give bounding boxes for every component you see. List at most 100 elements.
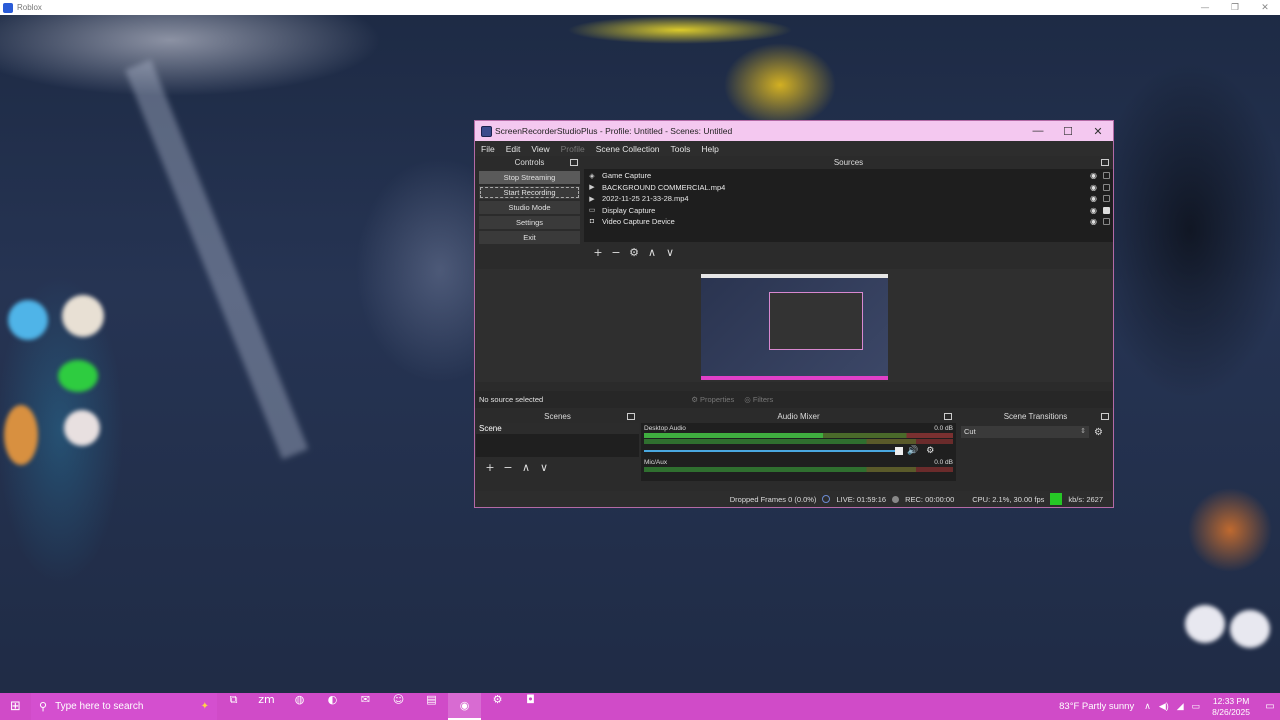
mixer-body: Desktop Audio 0.0 dB 🔊 ⚙ Mic/Aux 0.0 dB — [641, 423, 956, 481]
speaker-icon[interactable]: 🔊 — [907, 446, 918, 456]
edge-icon[interactable]: ◐ — [316, 693, 349, 720]
volume-meter — [644, 467, 953, 472]
menu-help[interactable]: Help — [701, 144, 718, 154]
scene-transitions-dock: Scene Transitions Cut ⚙ — [958, 411, 1113, 491]
volume-slider[interactable] — [644, 446, 903, 455]
preview-area[interactable] — [476, 269, 1113, 382]
roblox-taskbar-icon[interactable]: ◘ — [514, 693, 547, 720]
exit-button[interactable]: Exit — [479, 231, 580, 244]
roblox-logo-icon — [3, 2, 13, 13]
obs-window[interactable]: ScreenRecorderStudioPlus - Profile: Unti… — [474, 120, 1114, 508]
sources-float-icon[interactable] — [1101, 159, 1109, 166]
obs-statusbar: Dropped Frames 0 (0.0%) LIVE: 01:59:16 R… — [475, 491, 1113, 507]
obs-taskbar-icon[interactable]: ◉ — [448, 693, 481, 720]
remove-scene-icon[interactable]: − — [499, 461, 517, 474]
controls-float-icon[interactable] — [570, 159, 578, 166]
studio-mode-button[interactable]: Studio Mode — [479, 201, 580, 214]
stop-streaming-button[interactable]: Stop Streaming — [479, 171, 580, 184]
zoom-icon[interactable]: zm — [250, 693, 283, 720]
outlook-icon[interactable]: ✉ — [349, 693, 382, 720]
add-source-icon[interactable]: + — [589, 246, 607, 259]
visibility-eye-icon[interactable]: ◉ — [1090, 183, 1097, 192]
filters-button[interactable]: ◎ Filters — [744, 395, 773, 404]
battery-icon[interactable]: ▭ — [1192, 701, 1201, 712]
source-item[interactable]: ◈ Game Capture ◉ — [584, 170, 1113, 182]
taskbar-search[interactable]: ⚲ Type here to search ✦ — [31, 693, 217, 720]
transition-gear-icon[interactable]: ⚙ — [1094, 427, 1103, 438]
file-explorer-icon[interactable]: ▤ — [415, 693, 448, 720]
obs-close-button[interactable]: ✕ — [1083, 125, 1113, 138]
visibility-eye-icon[interactable]: ◉ — [1090, 194, 1097, 203]
settings-button[interactable]: Settings — [479, 216, 580, 229]
source-item[interactable]: ▶ 2022-11-25 21-33-28.mp4 ◉ — [584, 193, 1113, 205]
menu-profile[interactable]: Profile — [561, 144, 585, 154]
menu-edit[interactable]: Edit — [506, 144, 521, 154]
volume-slider-handle[interactable] — [895, 446, 903, 455]
menu-tools[interactable]: Tools — [671, 144, 691, 154]
source-name: 2022-11-25 21-33-28.mp4 — [602, 194, 689, 204]
bing-sparkle-icon[interactable]: ✦ — [201, 701, 209, 712]
source-item[interactable]: ◘ Video Capture Device ◉ — [584, 216, 1113, 228]
channel-db: 0.0 dB — [934, 459, 953, 466]
scene-up-icon[interactable]: ∧ — [517, 461, 535, 474]
mixer-header: Audio Mixer — [641, 411, 956, 423]
visibility-eye-icon[interactable]: ◉ — [1090, 171, 1097, 180]
source-settings-gear-icon[interactable]: ⚙ — [625, 246, 643, 259]
visibility-eye-icon[interactable]: ◉ — [1090, 217, 1097, 226]
scene-down-icon[interactable]: ∨ — [535, 461, 553, 474]
start-recording-button[interactable]: Start Recording — [479, 186, 580, 199]
stream-health-indicator — [1050, 493, 1063, 505]
move-down-icon[interactable]: ∨ — [661, 246, 679, 259]
add-scene-icon[interactable]: + — [481, 461, 499, 474]
lock-icon[interactable] — [1103, 172, 1110, 180]
mixer-float-icon[interactable] — [944, 413, 952, 420]
controls-title: Controls — [514, 158, 545, 167]
menu-file[interactable]: File — [481, 144, 495, 154]
network-icon[interactable]: ◢ — [1177, 701, 1184, 712]
clock[interactable]: 12:33 PM 8/26/2025 — [1212, 696, 1250, 718]
menu-view[interactable]: View — [531, 144, 549, 154]
obs-window-title: ScreenRecorderStudioPlus - Profile: Unti… — [495, 126, 733, 136]
visibility-eye-icon[interactable]: ◉ — [1090, 206, 1097, 215]
search-placeholder: Type here to search — [55, 701, 144, 712]
move-up-icon[interactable]: ∧ — [643, 246, 661, 259]
properties-button[interactable]: ⚙ Properties — [691, 395, 734, 404]
sources-header: Sources — [584, 157, 1113, 169]
remove-source-icon[interactable]: − — [607, 246, 625, 259]
obs-minimize-button[interactable]: — — [1023, 125, 1053, 138]
controls-dock: Controls Stop Streaming Start Recording … — [477, 157, 582, 252]
no-source-label: No source selected — [479, 395, 544, 404]
speaker-tray-icon[interactable]: ◀) — [1159, 701, 1169, 712]
roblox-close-button[interactable]: ✕ — [1250, 3, 1280, 13]
transitions-float-icon[interactable] — [1101, 413, 1109, 420]
transition-select[interactable]: Cut — [961, 426, 1089, 438]
chrome-icon[interactable]: ◍ — [283, 693, 316, 720]
source-item[interactable]: ▭ Display Capture ◉ — [584, 205, 1113, 217]
discord-icon[interactable]: ☺ — [382, 693, 415, 720]
tray-chevron-icon[interactable]: ∧ — [1144, 701, 1151, 712]
roblox-minimize-button[interactable]: — — [1190, 3, 1220, 13]
preview-canvas[interactable] — [701, 274, 888, 380]
notification-icon[interactable]: ▭ — [1260, 701, 1280, 712]
settings-gear-icon[interactable]: ⚙ — [481, 693, 514, 720]
task-view-icon[interactable]: ⧉ — [217, 693, 250, 720]
obs-maximize-button[interactable]: ☐ — [1053, 125, 1083, 138]
lock-icon[interactable] — [1103, 218, 1110, 226]
volume-meter — [644, 439, 953, 444]
roblox-titlebar[interactable]: Roblox — ❐ ✕ — [0, 0, 1280, 15]
start-windows-icon[interactable]: ⊞ — [0, 699, 31, 714]
obs-titlebar[interactable]: ScreenRecorderStudioPlus - Profile: Unti… — [475, 121, 1113, 141]
channel-gear-icon[interactable]: ⚙ — [926, 446, 934, 456]
lock-icon[interactable] — [1103, 206, 1110, 214]
lock-icon[interactable] — [1103, 195, 1110, 203]
gamepad-icon: ◈ — [589, 172, 595, 180]
scenes-float-icon[interactable] — [627, 413, 635, 420]
menu-scene-collection[interactable]: Scene Collection — [596, 144, 660, 154]
weather-widget[interactable]: 83°F Partly sunny — [1059, 701, 1134, 712]
lock-icon[interactable] — [1103, 183, 1110, 191]
source-name: Video Capture Device — [602, 217, 675, 227]
scene-item[interactable]: Scene — [476, 423, 639, 434]
roblox-maximize-button[interactable]: ❐ — [1220, 3, 1250, 13]
source-item[interactable]: ▶ BACKGROUND COMMERCIAL.mp4 ◉ — [584, 182, 1113, 194]
filters-label: Filters — [752, 395, 774, 404]
